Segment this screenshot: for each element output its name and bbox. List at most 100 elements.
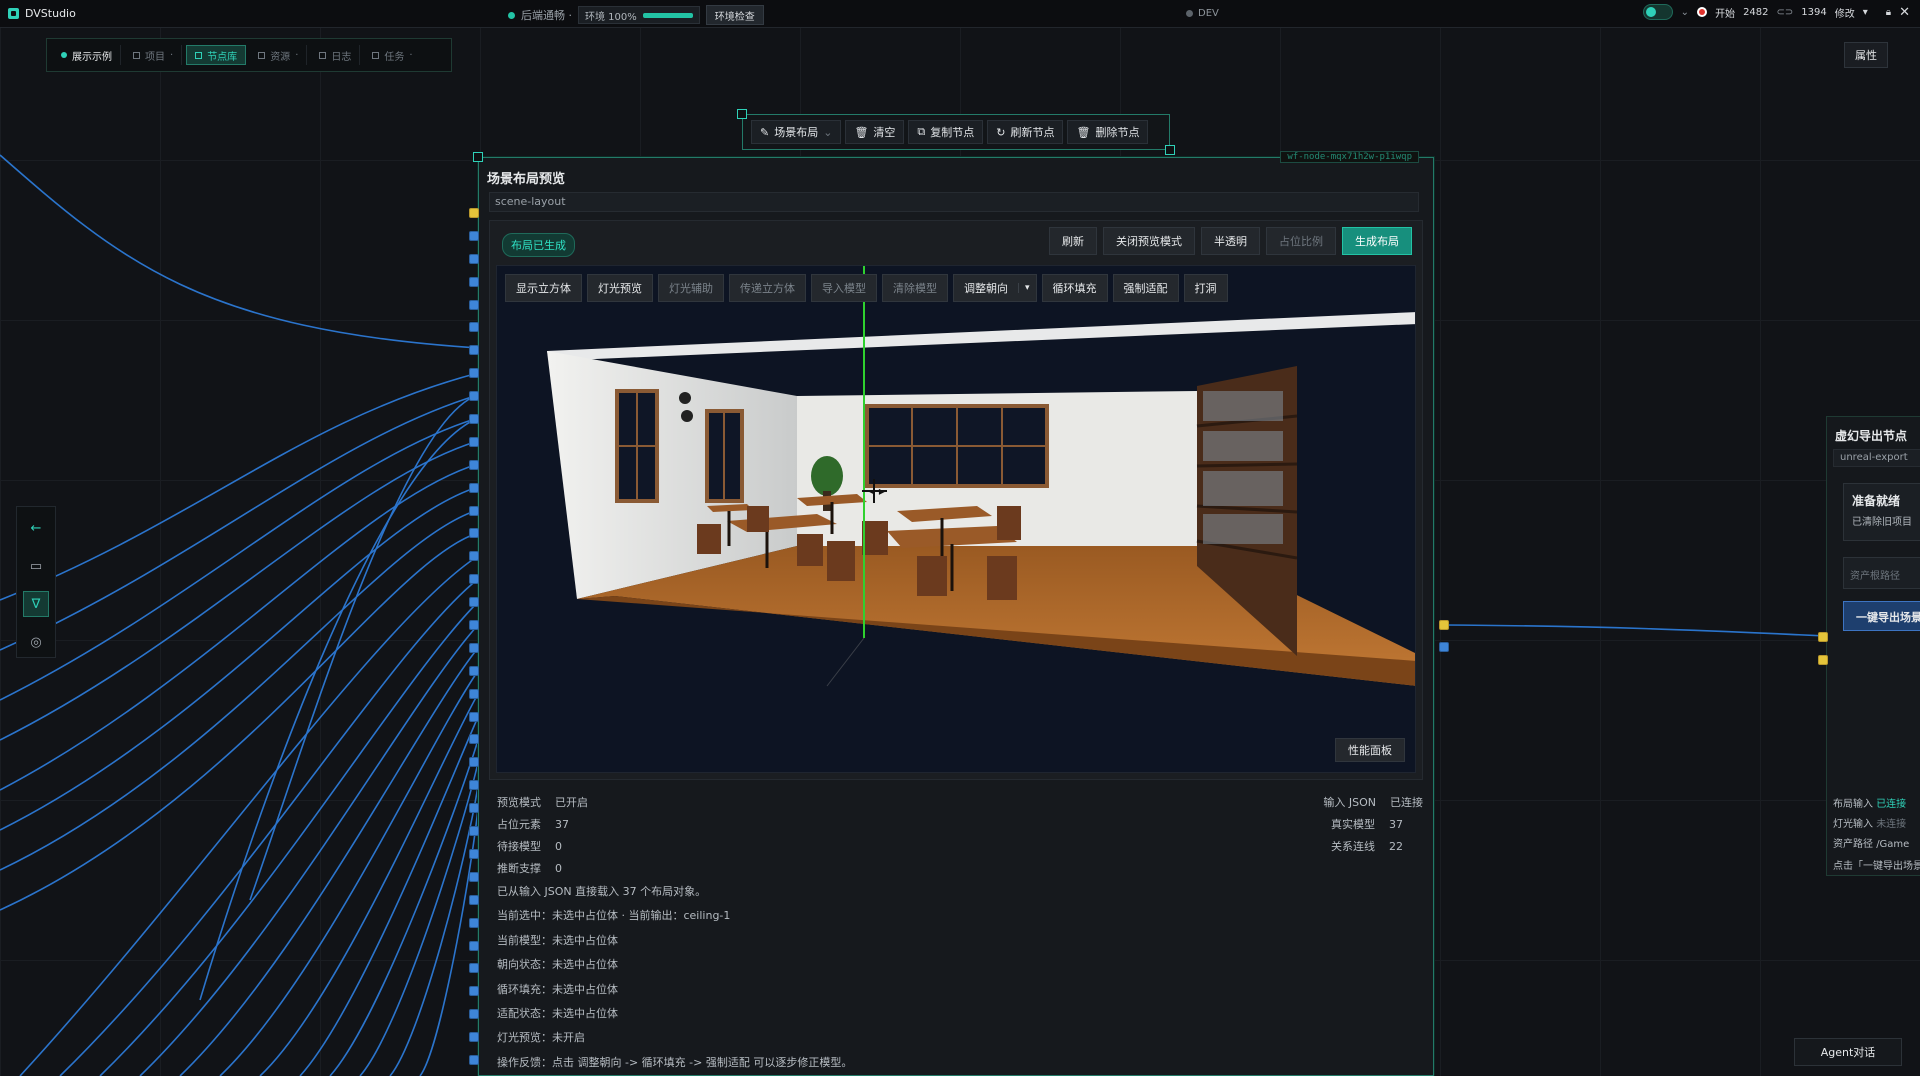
input-port[interactable] [469,414,479,425]
env-check-button[interactable]: 环境检查 [705,5,764,25]
input-port[interactable] [469,757,479,768]
light-preview-button[interactable]: 灯光预览 [587,274,653,302]
output-port-blue[interactable] [1439,642,1449,652]
input-port[interactable] [469,665,479,676]
input-port[interactable] [469,505,479,516]
refresh-node-button[interactable]: ↻ 刷新节点 [987,120,1064,144]
punch-hole-button[interactable]: 打洞 [1183,274,1228,302]
nav-assets[interactable]: 资源 · [250,45,308,65]
nav-showcase[interactable]: 展示示例 [53,45,121,65]
nav-node-library[interactable]: 节点库 [186,45,247,65]
input-port[interactable] [469,597,479,608]
theme-toggle[interactable] [1642,4,1673,20]
delete-node-button[interactable]: 🗑︎ 删除节点 [1067,120,1149,144]
input-port[interactable] [469,391,479,402]
input-port[interactable] [469,688,479,699]
input-port[interactable] [469,620,479,631]
resize-handle[interactable] [1165,145,1175,155]
translucent-button[interactable]: 半透明 [1201,227,1260,255]
scene-layout-dropdown[interactable]: ✎ 场景布局 ⌄ [751,120,842,144]
copy-node-button[interactable]: ⧉ 复制节点 [908,120,984,144]
nav-project[interactable]: 项目 · [125,45,183,65]
refresh-button[interactable]: 刷新 [1049,227,1097,255]
input-port[interactable] [469,711,479,722]
input-port[interactable] [469,848,479,859]
input-port[interactable] [469,986,479,997]
nav-tasks[interactable]: 任务 · [364,45,420,65]
input-port[interactable] [469,917,479,928]
close-icon[interactable]: ✕ [1899,5,1910,20]
scene-render[interactable]: ◂ ▸ [497,266,1416,773]
loop-fill-button[interactable]: 循环填充 [1041,274,1108,302]
brand[interactable]: DVStudio [8,7,76,20]
input-port[interactable] [469,368,479,379]
folder-icon[interactable]: ▭ [23,553,49,579]
input-port[interactable] [469,1009,479,1020]
input-port[interactable] [469,963,479,974]
input-port[interactable] [469,528,479,539]
input-port[interactable] [469,253,479,264]
target-icon[interactable]: ◎ [23,629,49,655]
output-port-yellow[interactable] [1439,620,1449,630]
node-title: 场景布局预览 [487,172,566,187]
show-cube-button[interactable]: 显示立方体 [505,274,582,302]
3d-viewport[interactable]: ◂ ▸ 显示立方体 灯光预览 灯光辅助 传递立方体 导入模型 清除模型 调整朝向… [496,265,1416,773]
start-label[interactable]: 开始 [1715,5,1735,20]
lock-icon[interactable]: 🔒︎ [1886,7,1891,18]
force-fit-button[interactable]: 强制适配 [1112,274,1179,302]
input-port[interactable] [469,208,479,218]
input-port[interactable] [469,780,479,791]
export-scene-button[interactable]: 一键导出场景 [1843,601,1920,631]
input-port[interactable] [469,803,479,814]
input-port[interactable] [469,826,479,837]
input-port[interactable] [469,482,479,493]
caret-down-icon[interactable]: ▾ [1018,283,1036,293]
placeholder-ratio-button[interactable]: 占位比例 [1266,227,1336,255]
back-arrow-icon[interactable]: ← [23,515,49,541]
resize-handle[interactable] [473,152,483,162]
properties-button[interactable]: 属性 [1844,42,1888,68]
input-port[interactable] [469,1032,479,1043]
pass-cube-button[interactable]: 传递立方体 [729,274,806,302]
input-port[interactable] [469,230,479,241]
nav-logs[interactable]: 日志 [311,45,361,65]
modify-menu[interactable]: 修改 [1835,5,1855,20]
top-right-controls: ⌄ 开始 2482 ⊂⊃ 1394 修改 ▾ 🔒︎ ✕ [1642,4,1910,20]
resize-handle[interactable] [737,109,747,119]
info-value: 0 [555,862,562,875]
input-port[interactable] [469,276,479,287]
input-port[interactable] [469,436,479,447]
input-port[interactable] [469,1054,479,1065]
input-port-yellow[interactable] [1818,655,1828,665]
adjust-orientation-button[interactable]: 调整朝向 ▾ [953,274,1037,302]
input-port[interactable] [469,871,479,882]
input-port[interactable] [469,459,479,470]
info-key: 占位元素 [497,818,541,831]
input-port[interactable] [469,299,479,310]
record-icon[interactable] [1697,7,1708,17]
input-port[interactable] [469,345,479,356]
light-helper-button[interactable]: 灯光辅助 [658,274,724,302]
input-port[interactable] [469,734,479,745]
generate-layout-button[interactable]: 生成布局 [1342,227,1412,255]
unreal-export-node[interactable]: 虚幻导出节点 unreal-export 准备就绪 已清除旧项目 资产根路径 一… [1826,416,1920,876]
caret-down-icon[interactable]: ▾ [1863,7,1868,18]
performance-panel-button[interactable]: 性能面板 [1335,738,1405,762]
stat-value: 未连接 [1876,819,1907,830]
flow-icon[interactable]: ∇ [23,591,49,617]
clear-button[interactable]: 🗑︎ 清空 [845,120,905,144]
input-port[interactable] [469,551,479,562]
input-port[interactable] [469,322,479,333]
clear-model-button[interactable]: 清除模型 [882,274,948,302]
import-model-button[interactable]: 导入模型 [811,274,877,302]
chevron-down-icon[interactable]: ⌄ [1681,7,1689,18]
input-port[interactable] [469,574,479,585]
agent-chat-button[interactable]: Agent对话 [1794,1038,1902,1066]
input-port[interactable] [469,940,479,951]
asset-root-input[interactable]: 资产根路径 [1843,557,1920,589]
close-preview-button[interactable]: 关闭预览模式 [1103,227,1195,255]
input-port[interactable] [469,894,479,905]
scene-layout-node[interactable]: wf-node-mqx71h2w-p1iwqp 场景布局预览 scene-lay… [469,151,1449,1076]
input-port-yellow[interactable] [1818,632,1828,642]
input-port[interactable] [469,642,479,653]
